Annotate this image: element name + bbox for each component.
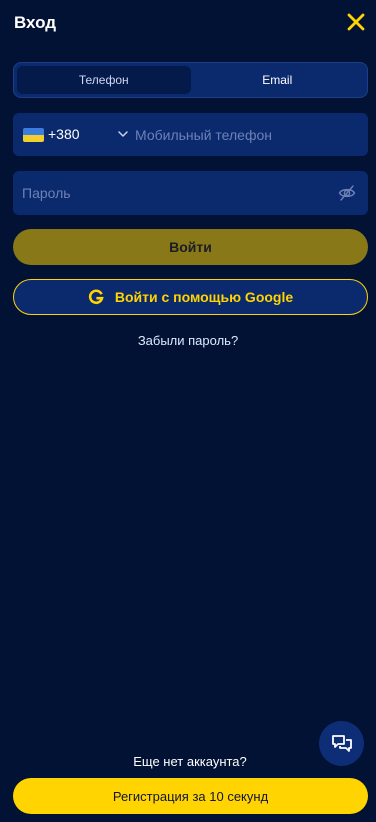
close-icon[interactable] [346, 12, 366, 32]
tab-email[interactable]: Email [191, 66, 365, 94]
phone-input[interactable] [135, 121, 355, 148]
ukraine-flag-icon[interactable] [23, 128, 44, 142]
google-login-label: Войти с помощью Google [114, 289, 294, 305]
login-button[interactable]: Войти [13, 229, 368, 265]
forgot-password-link[interactable]: Забыли пароль? [0, 333, 376, 348]
password-field [13, 171, 368, 215]
chevron-down-icon[interactable] [117, 128, 129, 140]
eye-hidden-icon[interactable] [338, 184, 356, 202]
country-code[interactable]: +380 [48, 126, 80, 142]
header: Вход [0, 0, 376, 46]
google-icon [88, 289, 104, 305]
chat-bubbles-icon [331, 734, 352, 752]
no-account-text: Еще нет аккаунта? [133, 754, 247, 769]
register-button[interactable]: Регистрация за 10 секунд [13, 778, 368, 814]
page-title: Вход [14, 13, 57, 32]
tab-phone[interactable]: Телефон [17, 66, 191, 94]
login-screen: Вход Телефон Email +380 Войти [0, 0, 376, 822]
password-input[interactable] [22, 180, 322, 206]
google-login-button[interactable]: Войти с помощью Google [13, 279, 368, 315]
phone-field: +380 [13, 113, 368, 156]
login-method-tabs: Телефон Email [13, 62, 368, 98]
